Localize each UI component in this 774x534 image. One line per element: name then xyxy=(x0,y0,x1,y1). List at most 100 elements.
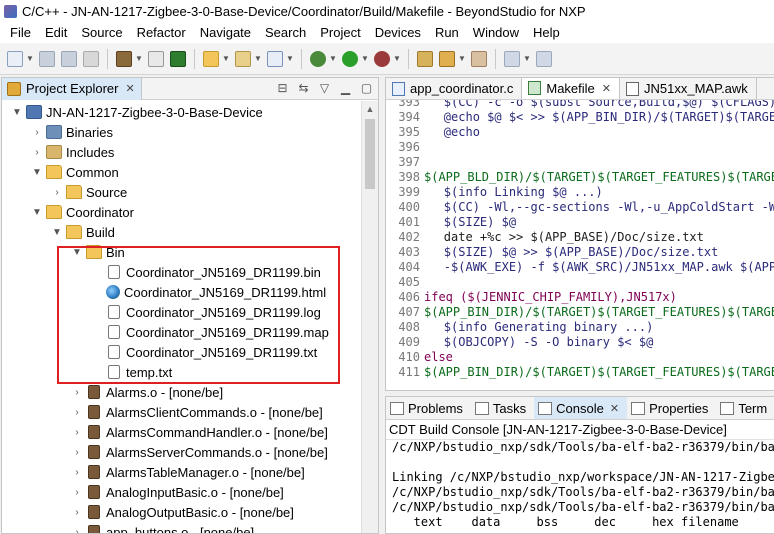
save-all-icon[interactable] xyxy=(61,50,77,67)
next-annotation-icon[interactable] xyxy=(504,50,520,67)
collapsed-arrow-icon[interactable]: › xyxy=(70,447,84,458)
collapsed-arrow-icon[interactable]: › xyxy=(30,147,44,158)
tree-item[interactable]: › app_buttons.o - [none/be] xyxy=(70,522,254,534)
tree-item[interactable]: › Source xyxy=(50,182,127,202)
open-type-icon[interactable] xyxy=(417,50,433,67)
external-tools-dropdown-icon[interactable]: ▼ xyxy=(393,54,401,63)
tree-item[interactable]: ▼ Bin xyxy=(70,242,125,262)
new-source-dropdown-icon[interactable]: ▼ xyxy=(254,54,262,63)
menu-search[interactable]: Search xyxy=(258,25,313,40)
menu-edit[interactable]: Edit xyxy=(38,25,74,40)
tree-item[interactable]: ▼ Common xyxy=(30,162,119,182)
expanded-arrow-icon[interactable]: ▼ xyxy=(30,207,44,218)
tab-tasks[interactable]: Tasks xyxy=(471,397,534,419)
tree-item[interactable]: › AlarmsTableManager.o - [none/be] xyxy=(70,462,304,482)
close-icon[interactable]: ✕ xyxy=(125,82,134,95)
tree-item[interactable]: › AlarmsCommandHandler.o - [none/be] xyxy=(70,422,328,442)
menu-navigate[interactable]: Navigate xyxy=(193,25,258,40)
edit-pencil-icon[interactable] xyxy=(471,50,487,67)
collapsed-arrow-icon[interactable]: › xyxy=(70,407,84,418)
link-with-editor-icon[interactable]: ⇆ xyxy=(296,81,311,96)
close-icon[interactable]: ✕ xyxy=(602,82,611,95)
debug-dropdown-icon[interactable]: ▼ xyxy=(329,54,337,63)
tree-item[interactable]: ▼ Build xyxy=(50,222,115,242)
run-icon[interactable] xyxy=(342,50,358,67)
tree-item[interactable]: ▼ JN-AN-1217-Zigbee-3-0-Base-Device xyxy=(10,102,263,122)
console-output[interactable]: /c/NXP/bstudio_nxp/sdk/Tools/ba-elf-ba2-… xyxy=(386,440,774,530)
tab-project-explorer[interactable]: Project Explorer ✕ xyxy=(2,78,142,100)
new-class-dropdown-icon[interactable]: ▼ xyxy=(286,54,294,63)
tree-item[interactable]: › AlarmsClientCommands.o - [none/be] xyxy=(70,402,322,422)
new-source-folder-icon[interactable] xyxy=(235,50,251,67)
menu-source[interactable]: Source xyxy=(74,25,129,40)
scroll-up-icon[interactable]: ▲ xyxy=(362,101,378,117)
tree-item[interactable]: temp.txt xyxy=(90,362,172,382)
collapsed-arrow-icon[interactable]: › xyxy=(30,127,44,138)
code-view[interactable]: 393 $(CC) -c -o $(subst Source,Build,$@)… xyxy=(386,100,774,390)
search-dropdown-icon[interactable]: ▼ xyxy=(458,54,466,63)
menu-run[interactable]: Run xyxy=(428,25,466,40)
close-icon[interactable]: ✕ xyxy=(610,402,619,415)
tree-item[interactable]: › AnalogInputBasic.o - [none/be] xyxy=(70,482,283,502)
menu-file[interactable]: File xyxy=(3,25,38,40)
collapsed-arrow-icon[interactable]: › xyxy=(70,507,84,518)
tree-item[interactable]: Coordinator_JN5169_DR1199.bin xyxy=(90,262,321,282)
tree-item[interactable]: › Alarms.o - [none/be] xyxy=(70,382,223,402)
tree-item[interactable]: › Includes xyxy=(30,142,114,162)
object-file-icon xyxy=(88,385,100,399)
menu-window[interactable]: Window xyxy=(466,25,526,40)
collapsed-arrow-icon[interactable]: › xyxy=(70,387,84,398)
new-dropdown-icon[interactable]: ▼ xyxy=(26,54,34,63)
build-dropdown-icon[interactable]: ▼ xyxy=(135,54,143,63)
collapsed-arrow-icon[interactable]: › xyxy=(70,527,84,534)
tree-item[interactable]: › Binaries xyxy=(30,122,113,142)
menu-refactor[interactable]: Refactor xyxy=(130,25,193,40)
editor-tab[interactable]: app_coordinator.c xyxy=(386,78,523,99)
tree-item[interactable]: Coordinator_JN5169_DR1199.map xyxy=(90,322,329,342)
expanded-arrow-icon[interactable]: ▼ xyxy=(70,247,84,258)
new-project-dropdown-icon[interactable]: ▼ xyxy=(222,54,230,63)
external-tools-icon[interactable] xyxy=(374,50,390,67)
maximize-icon[interactable]: ▢ xyxy=(359,81,374,96)
collapsed-arrow-icon[interactable]: › xyxy=(70,427,84,438)
save-icon[interactable] xyxy=(39,50,55,67)
debug-icon[interactable] xyxy=(310,50,326,67)
new-class-icon[interactable] xyxy=(267,50,283,67)
back-icon[interactable] xyxy=(536,50,552,67)
tree-item[interactable]: Coordinator_JN5169_DR1199.log xyxy=(90,302,321,322)
tree-item[interactable]: › AnalogOutputBasic.o - [none/be] xyxy=(70,502,294,522)
expanded-arrow-icon[interactable]: ▼ xyxy=(30,167,44,178)
menu-project[interactable]: Project xyxy=(313,25,367,40)
expanded-arrow-icon[interactable]: ▼ xyxy=(10,107,24,118)
editor-tab[interactable]: Makefile ✕ xyxy=(522,78,620,99)
tree-item[interactable]: Coordinator_JN5169_DR1199.txt xyxy=(90,342,317,362)
tab-properties[interactable]: Properties xyxy=(627,397,716,419)
editor-tab[interactable]: JN51xx_MAP.awk xyxy=(620,78,757,99)
search-icon[interactable] xyxy=(439,50,455,67)
menu-devices[interactable]: Devices xyxy=(368,25,428,40)
tab-terminal[interactable]: Term xyxy=(716,397,774,419)
tab-problems[interactable]: Problems xyxy=(386,397,471,419)
collapsed-arrow-icon[interactable]: › xyxy=(70,487,84,498)
collapsed-arrow-icon[interactable]: › xyxy=(50,187,64,198)
flash-device-icon[interactable] xyxy=(170,50,186,67)
view-menu-icon[interactable]: ▽ xyxy=(317,81,332,96)
collapsed-arrow-icon[interactable]: › xyxy=(70,467,84,478)
scrollbar-thumb[interactable] xyxy=(365,119,375,189)
tree-item[interactable]: Coordinator_JN5169_DR1199.html xyxy=(90,282,326,302)
new-icon[interactable] xyxy=(7,50,23,67)
tab-console[interactable]: Console ✕ xyxy=(534,397,628,419)
new-project-icon[interactable] xyxy=(203,50,219,67)
tree-item[interactable]: › AlarmsServerCommands.o - [none/be] xyxy=(70,442,327,462)
next-annotation-dropdown-icon[interactable]: ▼ xyxy=(523,54,531,63)
build-hammer-icon[interactable] xyxy=(116,50,132,67)
expanded-arrow-icon[interactable]: ▼ xyxy=(50,227,64,238)
run-dropdown-icon[interactable]: ▼ xyxy=(361,54,369,63)
print-icon[interactable] xyxy=(83,50,99,67)
minimize-icon[interactable]: ▁ xyxy=(338,81,353,96)
collapse-all-icon[interactable]: ⊟ xyxy=(275,81,290,96)
tree-item[interactable]: ▼ Coordinator xyxy=(30,202,134,222)
explorer-scrollbar[interactable]: ▲ xyxy=(361,101,378,533)
menu-help[interactable]: Help xyxy=(526,25,567,40)
binary-icon[interactable] xyxy=(148,50,164,67)
